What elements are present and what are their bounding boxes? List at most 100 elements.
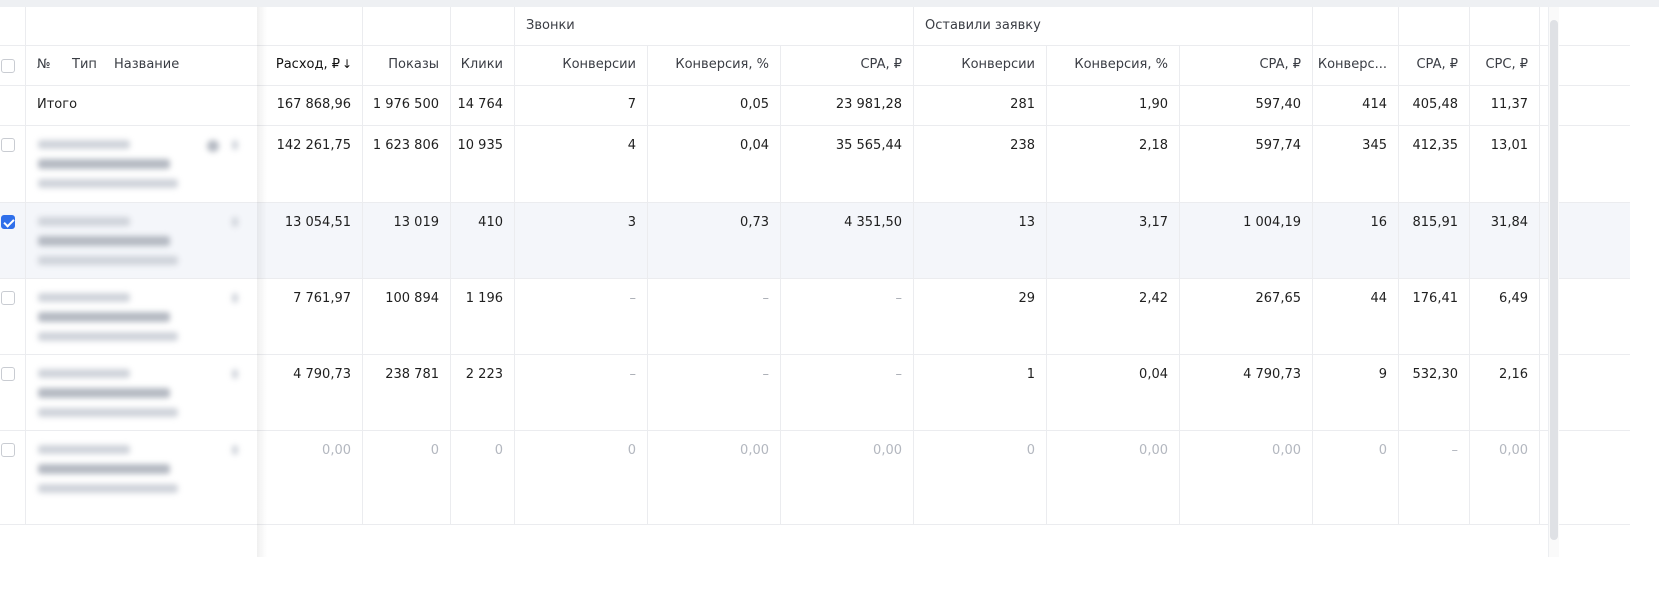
checkbox-column-divider bbox=[25, 431, 26, 524]
select-all-checkbox[interactable] bbox=[1, 59, 15, 73]
table-row[interactable]: 4 790,73 238 781 2 223 – – – 1 0,04 4 790,73 9 532… bbox=[0, 355, 1630, 431]
group-empty-spend bbox=[267, 7, 363, 45]
table-row[interactable]: 142 261,75 1 623 806 10 935 4 0,04 35 565,44 2… bbox=[0, 126, 1630, 203]
column-header-app_cpa[interactable]: CPA, ₽ bbox=[1180, 46, 1313, 85]
cell-app_conv: 13 bbox=[914, 203, 1047, 278]
row-checkbox[interactable] bbox=[1, 443, 15, 457]
column-header-calls_cpa[interactable]: CPA, ₽ bbox=[781, 46, 914, 85]
cell-calls_conv: 3 bbox=[515, 203, 648, 278]
row-checkbox[interactable] bbox=[1, 138, 15, 152]
sort-desc-icon[interactable]: ↓ bbox=[342, 57, 352, 71]
cell-calls_cpa-text: – bbox=[895, 291, 903, 306]
cell-clicks: 1 196 bbox=[451, 279, 515, 354]
column-header-total_cpa[interactable]: CPA, ₽ bbox=[1399, 46, 1470, 85]
cell-total_conv: 345 bbox=[1313, 126, 1399, 202]
redacted-status-icon bbox=[207, 140, 219, 152]
column-header-total_conv-text: Конверс... bbox=[1317, 57, 1387, 72]
cell-clicks: 410 bbox=[451, 203, 515, 278]
cell-calls_conv_pct-text: – bbox=[762, 367, 770, 382]
cell-app_conv-text: 0 bbox=[1026, 443, 1035, 458]
cell-impressions: 13 019 bbox=[363, 203, 451, 278]
checkbox-column-divider bbox=[25, 86, 26, 125]
cell-impressions-text: 13 019 bbox=[393, 215, 440, 230]
totals-label: Итого bbox=[37, 97, 78, 112]
cell-app_conv: 1 bbox=[914, 355, 1047, 430]
column-header-number[interactable]: № bbox=[37, 57, 51, 72]
cell-clicks-text: 10 935 bbox=[457, 138, 504, 153]
cell-app_conv_pct: 0,00 bbox=[1047, 431, 1180, 524]
cell-impressions: 1 623 806 bbox=[363, 126, 451, 202]
cell-calls_cpa: 0,00 bbox=[781, 431, 914, 524]
cell-app_conv_pct-text: 2,18 bbox=[1139, 138, 1168, 153]
column-header-type[interactable]: Тип bbox=[72, 57, 97, 72]
column-header-spend[interactable]: Расход, ₽ ↓ bbox=[267, 46, 363, 85]
cell-app_conv_pct: 2,42 bbox=[1047, 279, 1180, 354]
cell-app_conv: 238 bbox=[914, 126, 1047, 202]
totals-frozen-cell: Итого bbox=[0, 86, 257, 125]
redacted-row-menu bbox=[232, 217, 238, 227]
column-header-impressions[interactable]: Показы bbox=[363, 46, 451, 85]
cell-app_conv_pct: 0,04 bbox=[1047, 355, 1180, 430]
column-header-calls_conv_pct[interactable]: Конверсия, % bbox=[648, 46, 781, 85]
cell-app_conv-text: 1 bbox=[1026, 367, 1035, 382]
row-frozen-cell bbox=[0, 431, 257, 524]
group-empty-cpc bbox=[1470, 7, 1540, 45]
cell-spend-text: 0,00 bbox=[322, 443, 351, 458]
totals-app_conv_pct-text: 1,90 bbox=[1139, 97, 1168, 112]
cell-app_conv-text: 238 bbox=[1010, 138, 1035, 153]
column-header-app_conv[interactable]: Конверсии bbox=[914, 46, 1047, 85]
column-header-total_conv[interactable]: Конверс... bbox=[1313, 46, 1399, 85]
cell-cpc: 31,84 bbox=[1470, 203, 1540, 278]
group-calls: Звонки bbox=[515, 7, 914, 45]
totals-total_cpa: 405,48 bbox=[1399, 86, 1470, 125]
checkbox-column-divider bbox=[25, 7, 26, 45]
cell-calls_conv-text: – bbox=[629, 291, 637, 306]
totals-cpc: 11,37 bbox=[1470, 86, 1540, 125]
cell-app_conv_pct-text: 0,00 bbox=[1139, 443, 1168, 458]
column-header-name[interactable]: Название bbox=[114, 57, 179, 72]
cell-app_cpa-text: 4 790,73 bbox=[1243, 367, 1301, 382]
cell-cpc: 2,16 bbox=[1470, 355, 1540, 430]
cell-calls_conv: – bbox=[515, 279, 648, 354]
row-checkbox[interactable] bbox=[1, 215, 15, 229]
redacted-campaign-id bbox=[38, 369, 130, 378]
totals-total_conv-text: 414 bbox=[1362, 97, 1387, 112]
column-header-cpc[interactable]: CPC, ₽ bbox=[1470, 46, 1540, 85]
cell-clicks: 10 935 bbox=[451, 126, 515, 202]
row-checkbox[interactable] bbox=[1, 291, 15, 305]
row-checkbox[interactable] bbox=[1, 367, 15, 381]
cell-calls_conv_pct: 0,00 bbox=[648, 431, 781, 524]
cell-clicks-text: 1 196 bbox=[465, 291, 503, 306]
vertical-scrollbar-thumb[interactable] bbox=[1550, 20, 1558, 540]
cell-cpc: 6,49 bbox=[1470, 279, 1540, 354]
cell-total_conv-text: 44 bbox=[1370, 291, 1387, 306]
cell-calls_conv_pct-text: 0,04 bbox=[740, 138, 769, 153]
group-empty-clicks bbox=[451, 7, 515, 45]
cell-cpc: 13,01 bbox=[1470, 126, 1540, 202]
cell-total_conv: 9 bbox=[1313, 355, 1399, 430]
column-header-spend-text: Расход, ₽ bbox=[275, 57, 340, 72]
table-row[interactable]: 13 054,51 13 019 410 3 0,73 4 351,50 13 3,17 1 0… bbox=[0, 203, 1630, 279]
cell-app_cpa: 0,00 bbox=[1180, 431, 1313, 524]
cell-calls_cpa: 35 565,44 bbox=[781, 126, 914, 202]
cell-total_conv: 44 bbox=[1313, 279, 1399, 354]
redacted-campaign-meta bbox=[38, 408, 178, 417]
column-header-app_conv_pct[interactable]: Конверсия, % bbox=[1047, 46, 1180, 85]
cell-calls_conv_pct: 0,04 bbox=[648, 126, 781, 202]
column-header-clicks[interactable]: Клики bbox=[451, 46, 515, 85]
totals-row: Итого 167 868,96 1 976 500 14 764 7 0,05 23 98… bbox=[0, 86, 1630, 126]
cell-spend-text: 13 054,51 bbox=[284, 215, 351, 230]
cell-calls_conv-text: 4 bbox=[627, 138, 636, 153]
cell-impressions-text: 238 781 bbox=[385, 367, 439, 382]
totals-impressions-text: 1 976 500 bbox=[372, 97, 439, 112]
table-row[interactable]: 0,00 0 0 0 0,00 0,00 0 0,00 0,00 0 – 0,00 bbox=[0, 431, 1630, 525]
cell-calls_conv: 0 bbox=[515, 431, 648, 524]
totals-clicks-text: 14 764 bbox=[457, 97, 504, 112]
column-header-calls_conv[interactable]: Конверсии bbox=[515, 46, 648, 85]
cell-total_cpa: 412,35 bbox=[1399, 126, 1470, 202]
frozen-column-shadow bbox=[257, 7, 267, 557]
cell-calls_conv_pct: – bbox=[648, 279, 781, 354]
redacted-campaign-id bbox=[38, 217, 130, 226]
column-header-impressions-text: Показы bbox=[388, 57, 439, 72]
table-row[interactable]: 7 761,97 100 894 1 196 – – – 29 2,42 267,65 44 176… bbox=[0, 279, 1630, 355]
